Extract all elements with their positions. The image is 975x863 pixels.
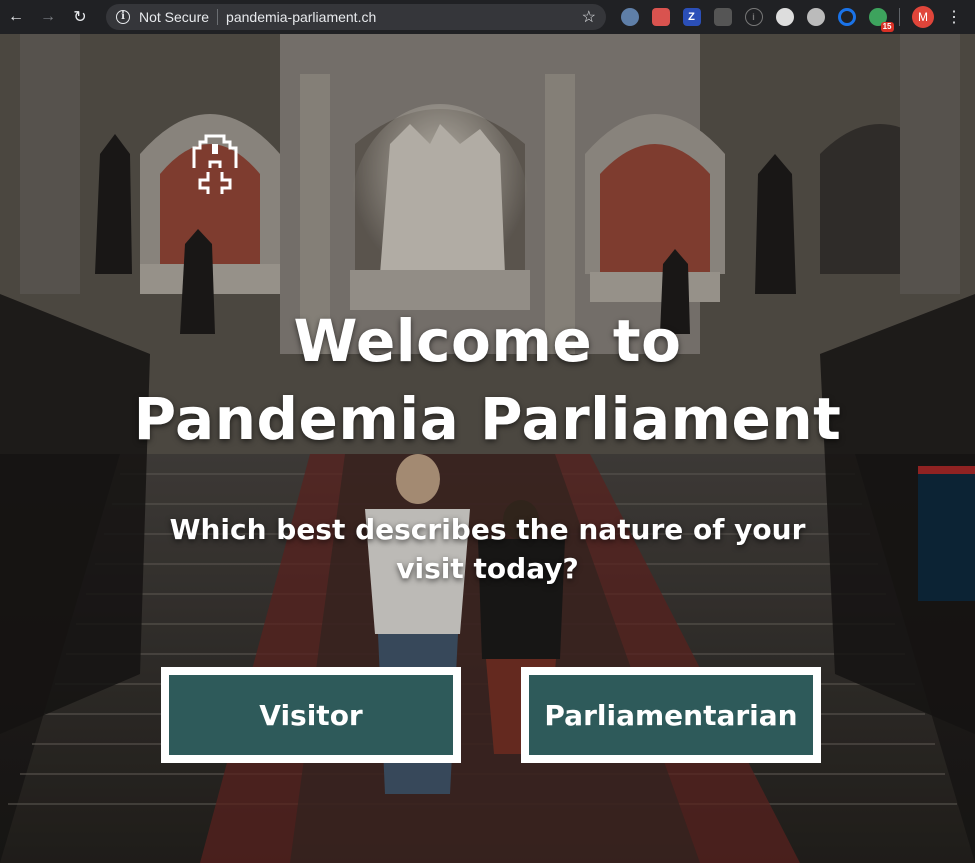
visit-question: Which best describes the nature of your … <box>0 510 975 588</box>
menu-dots-icon[interactable]: ⋮ <box>942 7 966 27</box>
z-icon[interactable]: Z <box>682 8 701 26</box>
record-icon[interactable] <box>806 8 825 26</box>
title-line-1: Welcome to <box>293 307 682 375</box>
opera-icon[interactable] <box>620 8 639 26</box>
tray-divider <box>899 8 900 26</box>
question-line-2: visit today? <box>396 552 579 585</box>
green-app-icon[interactable]: 15 <box>868 8 894 32</box>
security-label: Not Secure <box>139 9 210 25</box>
reload-icon[interactable]: ↻ <box>64 0 96 34</box>
bookmark-star-icon[interactable]: ☆ <box>582 7 596 27</box>
forward-arrow-icon[interactable]: → <box>32 0 64 34</box>
url-text[interactable]: pandemia-parliament.ch <box>226 9 376 25</box>
info-icon[interactable]: i <box>116 10 130 24</box>
puzzle-icon[interactable] <box>651 8 670 26</box>
visitor-button[interactable]: Visitor <box>161 667 461 763</box>
profile-avatar[interactable]: M <box>912 6 934 28</box>
title-line-2: Pandemia Parliament <box>133 385 842 453</box>
edge-icon[interactable] <box>837 8 856 26</box>
extensions-tray: Z i 15 M ⋮ <box>614 0 966 34</box>
parliamentarian-button[interactable]: Parliamentarian <box>521 667 821 763</box>
page-title: Welcome to Pandemia Parliament <box>0 302 975 458</box>
info-circle-icon[interactable]: i <box>744 8 763 26</box>
address-bar[interactable]: i Not Secure pandemia-parliament.ch ☆ <box>106 4 606 30</box>
back-arrow-icon[interactable]: ← <box>0 0 32 34</box>
omnibox-divider <box>217 9 219 25</box>
notification-badge: 15 <box>880 22 894 32</box>
browser-toolbar: ← → ↻ i Not Secure pandemia-parliament.c… <box>0 0 975 34</box>
lightbulb-icon[interactable] <box>713 8 732 26</box>
hero-section: Welcome to Pandemia Parliament Which bes… <box>0 34 975 863</box>
camera-icon[interactable] <box>775 8 794 26</box>
parliament-logo-icon <box>192 134 238 194</box>
question-line-1: Which best describes the nature of your <box>169 513 806 546</box>
